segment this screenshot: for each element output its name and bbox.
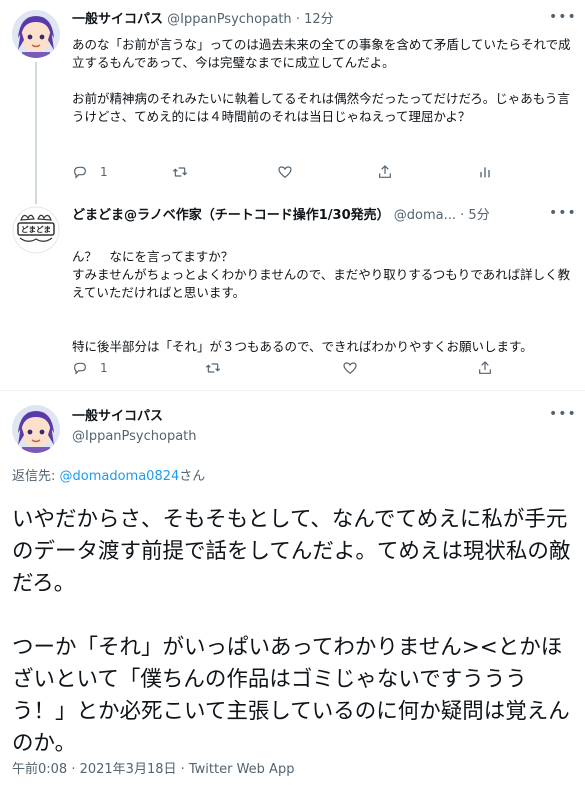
tweet-text: あのな「お前が言うな」ってのは過去未来の全ての事象を含めて矛盾していたらそれで成… bbox=[72, 36, 571, 126]
tweet-paragraph: いやだからさ、そもそもとして、なんでてめえに私が手元のデータ渡す前提で話をしてん… bbox=[12, 507, 571, 596]
avatar-ippan-psychopath[interactable] bbox=[12, 405, 60, 453]
share-icon bbox=[479, 361, 491, 374]
tweet-metadata[interactable]: 午前0:08 · 2021年3月18日 · Twitter Web App bbox=[12, 761, 294, 779]
like-button[interactable] bbox=[342, 358, 358, 378]
reply-to-suffix: さん bbox=[179, 469, 206, 484]
like-icon bbox=[343, 362, 357, 375]
share-icon bbox=[379, 165, 391, 178]
more-icon[interactable]: ••• bbox=[549, 206, 576, 226]
retweet-button[interactable] bbox=[205, 358, 221, 378]
avatar-logo-text: どまどま bbox=[21, 224, 51, 234]
analytics-button[interactable] bbox=[477, 162, 493, 182]
reply-to-label: 返信先: bbox=[12, 469, 60, 484]
like-button[interactable] bbox=[277, 162, 293, 182]
thread-line bbox=[35, 62, 37, 198]
tweet-paragraph: 特に後半部分は「それ」が３つもあるので、できればわかりやすくお願いします。 bbox=[72, 339, 533, 354]
avatar-domadoma[interactable]: どまどま bbox=[12, 206, 60, 254]
separator-dot: · bbox=[295, 12, 300, 27]
reply-button[interactable]: 1 bbox=[72, 358, 108, 378]
display-name[interactable]: どまどま@ラノベ作家（チートコード操作1/30発売） bbox=[72, 208, 390, 223]
separator-dot: · bbox=[460, 208, 465, 223]
thread-line bbox=[35, 196, 37, 204]
reply-icon bbox=[74, 166, 86, 179]
user-handle[interactable]: @IppanPsychopath bbox=[167, 12, 292, 27]
retweet-button[interactable] bbox=[172, 162, 188, 182]
more-icon[interactable]: ••• bbox=[549, 10, 576, 30]
share-button[interactable] bbox=[477, 358, 493, 378]
display-name[interactable]: 一般サイコパス bbox=[72, 12, 163, 27]
timestamp[interactable]: 12分 bbox=[304, 12, 334, 27]
tweet-text: ん？ なにを言ってますか？ すみませんがちょっとよくわかりませんので、まだやり取… bbox=[72, 230, 571, 374]
tweet-header: 一般サイコパス @IppanPsychopath · 12分 bbox=[72, 10, 565, 30]
divider bbox=[0, 390, 585, 391]
retweet-icon bbox=[205, 363, 221, 373]
main-tweet: 一般サイコパス @IppanPsychopath ••• 返信先: @domad… bbox=[0, 395, 585, 789]
tweet-2[interactable]: どまどま どまどま@ラノベ作家（チートコード操作1/30発売） @doma...… bbox=[0, 196, 585, 390]
tweet-paragraph: つーか「それ」がいっぱいあってわかりません><とかほざいといて「僕ちんの作品はゴ… bbox=[12, 635, 570, 756]
tweet-header: どまどま@ラノベ作家（チートコード操作1/30発売） @doma... · 5分 bbox=[72, 206, 535, 226]
retweet-icon bbox=[172, 167, 188, 177]
reply-icon bbox=[74, 362, 86, 375]
reply-to-line: 返信先: @domadoma0824さん bbox=[12, 468, 205, 486]
reply-count: 1 bbox=[100, 165, 108, 179]
share-button[interactable] bbox=[377, 162, 393, 182]
action-bar: 1 bbox=[72, 162, 512, 182]
tweet-1[interactable]: 一般サイコパス @IppanPsychopath · 12分 ••• あのな「お… bbox=[0, 0, 585, 198]
analytics-icon bbox=[480, 167, 490, 178]
tweet-paragraph: お前が精神病のそれみたいに執着してるそれは偶然今だったってだけだろ。じゃあもう言… bbox=[72, 91, 570, 124]
tweet-paragraph: あのな「お前が言うな」ってのは過去未来の全ての事象を含めて矛盾していたらそれで成… bbox=[72, 37, 571, 70]
avatar-ippan-psychopath[interactable] bbox=[12, 10, 60, 58]
display-name[interactable]: 一般サイコパス bbox=[72, 408, 163, 426]
like-icon bbox=[278, 166, 292, 179]
reply-target-link[interactable]: @domadoma0824 bbox=[60, 469, 180, 484]
user-handle[interactable]: @doma... bbox=[394, 208, 456, 223]
main-tweet-text: いやだからさ、そもそもとして、なんでてめえに私が手元のデータ渡す前提で話をしてん… bbox=[12, 504, 573, 760]
action-bar: 1 bbox=[72, 358, 512, 378]
user-handle[interactable]: @IppanPsychopath bbox=[72, 428, 197, 446]
reply-button[interactable]: 1 bbox=[72, 162, 108, 182]
more-icon[interactable]: ••• bbox=[549, 407, 576, 427]
timestamp[interactable]: 5分 bbox=[468, 208, 489, 223]
tweet-paragraph: ん？ なにを言ってますか？ すみませんがちょっとよくわかりませんので、まだやり取… bbox=[72, 249, 571, 300]
reply-count: 1 bbox=[100, 361, 108, 375]
